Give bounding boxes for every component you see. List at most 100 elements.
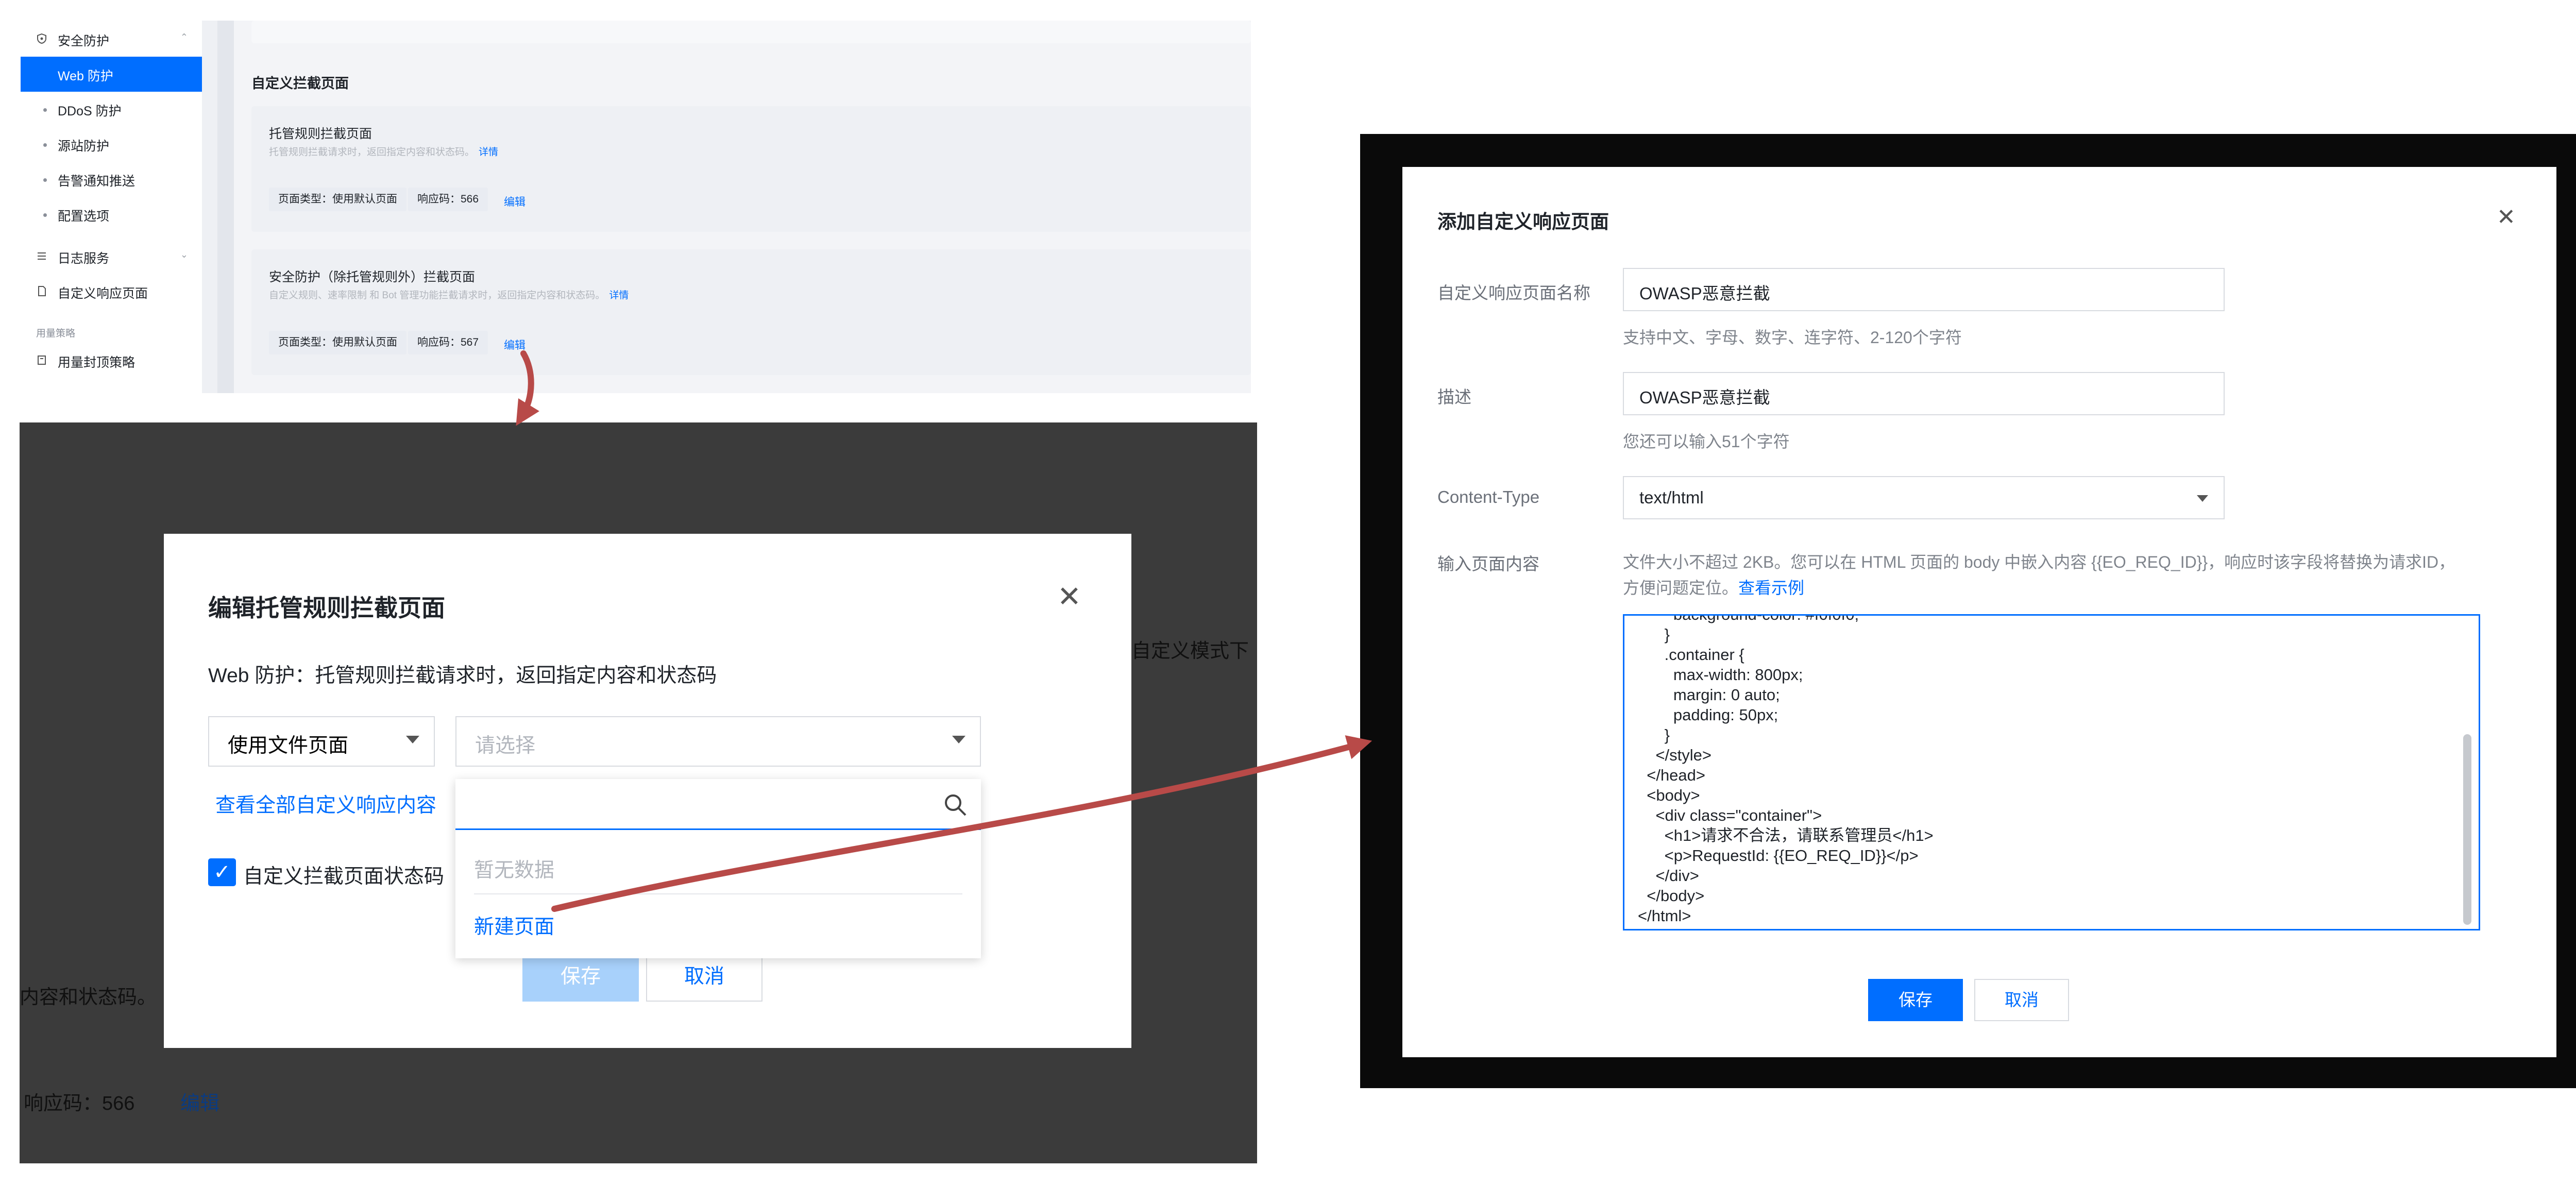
sidebar-item-label: 自定义响应页面	[58, 286, 148, 301]
caret-down-icon	[406, 736, 419, 743]
divider	[474, 893, 962, 894]
card-desc-text: 自定义规则、速率限制 和 Bot 管理功能拦截请求时，返回指定内容和状态码。	[269, 290, 605, 301]
new-page-link[interactable]: 新建页面	[474, 911, 554, 940]
chevron-up-icon: ⌃	[180, 32, 188, 42]
card-title: 安全防护（除托管规则外）拦截页面	[269, 270, 476, 284]
editor-scrollbar[interactable]	[2463, 734, 2471, 925]
sidebar-group-caption: 用量策略	[36, 328, 76, 339]
details-link[interactable]: 详情	[479, 147, 498, 158]
edit-link[interactable]: 编辑	[504, 194, 526, 209]
content-label: 输入页面内容	[1437, 554, 1539, 573]
sidebar-item-ddos[interactable]: DDoS 防护	[21, 92, 204, 127]
description-hint: 您还可以输入51个字符	[1623, 432, 1790, 451]
background-text: 内容和状态码。	[20, 987, 157, 1008]
background-status-code: 响应码：566	[24, 1093, 135, 1114]
add-page-dialog: 添加自定义响应页面 ✕ 自定义响应页面名称 OWASP恶意拦截 支持中文、字母、…	[1402, 167, 2556, 1057]
sidebar-item-alert-push[interactable]: 告警通知推送	[21, 162, 204, 197]
content-type-select[interactable]: text/html	[1623, 476, 2225, 519]
sidebar: 安全防护 ⌃ Web 防护 DDoS 防护 源站防护 告警通知推送 配置选项 日…	[21, 21, 204, 393]
details-link[interactable]: 详情	[609, 290, 629, 301]
sidebar-group-logs[interactable]: 日志服务 ⌄	[21, 239, 204, 274]
background-edit-link: 编辑	[180, 1093, 220, 1114]
bullet-icon	[43, 178, 47, 182]
bullet-icon	[43, 213, 47, 217]
top-card	[251, 21, 1251, 43]
view-all-custom-content-link[interactable]: 查看全部自定义响应内容	[215, 789, 436, 818]
empty-state-text: 暂无数据	[474, 859, 555, 882]
status-code-checkbox[interactable]: ✓	[208, 858, 236, 886]
close-icon[interactable]: ✕	[1057, 582, 1081, 611]
page-type-tag: 页面类型：使用默认页面	[269, 188, 406, 211]
chevron-down-icon: ⌄	[180, 249, 188, 260]
content-type-label: Content-Type	[1437, 487, 1540, 506]
content-hint: 文件大小不超过 2KB。您可以在 HTML 页面的 body 中嵌入内容 {{E…	[1623, 549, 2468, 601]
name-label: 自定义响应页面名称	[1437, 283, 1590, 302]
search-icon[interactable]	[943, 792, 968, 817]
sidebar-scrollbar-thumb[interactable]	[217, 21, 234, 393]
console-screenshot: 安全防护 ⌃ Web 防护 DDoS 防护 源站防护 告警通知推送 配置选项 日…	[21, 21, 1251, 393]
card-desc-text: 托管规则拦截请求时，返回指定内容和状态码。	[269, 147, 475, 158]
managed-rule-card: 托管规则拦截页面 托管规则拦截请求时，返回指定内容和状态码。 详情 页面类型：使用…	[251, 106, 1251, 232]
card-title: 托管规则拦截页面	[269, 127, 372, 141]
page-type-tag: 页面类型：使用默认页面	[269, 331, 406, 354]
sidebar-item-label: 用量封顶策略	[58, 356, 135, 370]
select-value: 使用文件页面	[228, 735, 349, 757]
save-button[interactable]: 保存	[1868, 979, 1963, 1021]
section-title: 自定义拦截页面	[251, 76, 349, 91]
dropdown-search-input[interactable]	[455, 779, 981, 830]
file-icon	[38, 286, 46, 296]
status-code-tag: 响应码：567	[408, 331, 488, 354]
sidebar-item-label: 源站防护	[58, 139, 110, 154]
select-value: text/html	[1639, 488, 1704, 507]
bullet-icon	[43, 143, 47, 147]
page-select-dropdown: 暂无数据 新建页面	[455, 779, 981, 958]
sidebar-item-label: 告警通知推送	[58, 174, 135, 189]
caret-down-icon	[2197, 495, 2208, 502]
description-label: 描述	[1437, 387, 1471, 407]
dialog-title: 编辑托管规则拦截页面	[208, 595, 445, 621]
security-rule-card: 安全防护（除托管规则外）拦截页面 自定义规则、速率限制 和 Bot 管理功能拦截…	[251, 249, 1251, 375]
page-content-editor[interactable]: background-color: #f0f0f0; } .container …	[1623, 614, 2480, 930]
list-icon	[38, 252, 46, 260]
sidebar-item-web-protection[interactable]: Web 防护	[21, 57, 204, 92]
sidebar-item-usage-limit[interactable]: 用量封顶策略	[21, 343, 204, 378]
sidebar-item-custom-page[interactable]: 自定义响应页面	[21, 274, 204, 309]
sidebar-item-label: Web 防护	[58, 69, 113, 83]
input-value: OWASP恶意拦截	[1639, 284, 1770, 303]
sidebar-item-label: DDoS 防护	[58, 104, 122, 118]
caret-down-icon	[952, 736, 965, 743]
view-example-link[interactable]: 查看示例	[1738, 579, 1804, 597]
edit-dialog-screenshot: 自定义模式下 内容和状态码。 响应码：566 编辑 编辑托管规则拦截页面 ✕ W…	[20, 422, 1257, 1163]
page-name-input[interactable]: OWASP恶意拦截	[1623, 268, 2225, 311]
sidebar-group-label: 日志服务	[58, 251, 110, 266]
input-value: OWASP恶意拦截	[1639, 388, 1770, 407]
close-icon[interactable]: ✕	[2497, 206, 2516, 229]
dialog-description: Web 防护：托管规则拦截请求时，返回指定内容和状态码	[208, 665, 717, 687]
name-hint: 支持中文、字母、数字、连字符、2-120个字符	[1623, 328, 1962, 347]
checkbox-label: 自定义拦截页面状态码	[243, 866, 445, 888]
sidebar-item-label: 配置选项	[58, 209, 110, 224]
edit-link[interactable]: 编辑	[504, 337, 526, 352]
main-content: 自定义拦截页面 托管规则拦截页面 托管规则拦截请求时，返回指定内容和状态码。 详情…	[234, 21, 1251, 393]
background-text: 自定义模式下	[1131, 640, 1249, 662]
cancel-button[interactable]: 取消	[646, 952, 762, 1002]
edit-dialog: 编辑托管规则拦截页面 ✕ Web 防护：托管规则拦截请求时，返回指定内容和状态码…	[164, 534, 1131, 1048]
card-desc: 托管规则拦截请求时，返回指定内容和状态码。 详情	[269, 144, 498, 158]
doc-icon	[38, 356, 46, 365]
status-code-tag: 响应码：566	[408, 188, 488, 211]
page-mode-select[interactable]: 使用文件页面	[208, 716, 435, 767]
sidebar-group-security[interactable]: 安全防护 ⌃	[21, 22, 204, 57]
sidebar-group-label: 安全防护	[58, 34, 110, 48]
dialog-title: 添加自定义响应页面	[1437, 211, 1609, 232]
card-desc: 自定义规则、速率限制 和 Bot 管理功能拦截请求时，返回指定内容和状态码。 详情	[269, 287, 629, 301]
cancel-button[interactable]: 取消	[1974, 979, 2069, 1021]
sidebar-item-origin-protection[interactable]: 源站防护	[21, 127, 204, 162]
code-content: background-color: #f0f0f0; } .container …	[1638, 614, 1934, 925]
save-button[interactable]: 保存	[522, 952, 639, 1002]
description-input[interactable]: OWASP恶意拦截	[1623, 372, 2225, 415]
page-select[interactable]: 请选择	[455, 716, 981, 767]
add-page-screenshot: 添加自定义响应页面 ✕ 自定义响应页面名称 OWASP恶意拦截 支持中文、字母、…	[1360, 134, 2576, 1088]
select-placeholder: 请选择	[475, 735, 536, 757]
sidebar-item-config[interactable]: 配置选项	[21, 197, 204, 232]
bullet-icon	[43, 108, 47, 112]
